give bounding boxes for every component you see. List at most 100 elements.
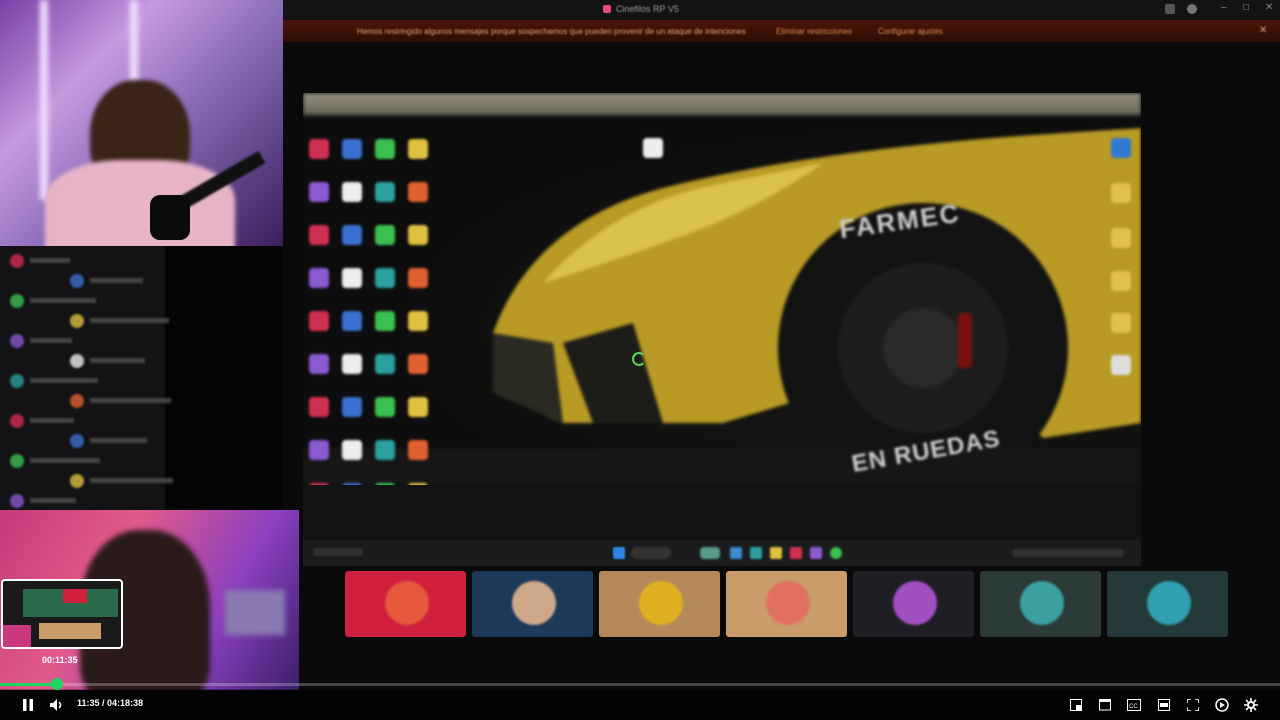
autoplay-icon[interactable] <box>1214 697 1230 713</box>
desktop-app-icon[interactable] <box>408 182 428 202</box>
panel-row[interactable] <box>10 414 155 428</box>
desktop-app-icon[interactable] <box>342 268 362 288</box>
desktop-app-icon[interactable] <box>309 440 329 460</box>
start-icon[interactable] <box>613 547 625 559</box>
folder-icon[interactable] <box>1111 228 1131 248</box>
desktop-app-icon[interactable] <box>309 139 329 159</box>
theater-icon[interactable] <box>1097 697 1113 713</box>
desktop-app-icon[interactable] <box>342 311 362 331</box>
participant-tile[interactable] <box>853 571 974 637</box>
panel-row[interactable] <box>10 454 155 468</box>
desktop-app-icon[interactable] <box>375 182 395 202</box>
taskbar-app-icon[interactable] <box>810 547 822 559</box>
desktop-app-icon[interactable] <box>342 182 362 202</box>
panel-row[interactable] <box>10 314 169 328</box>
time-separator: / <box>99 698 108 708</box>
panel-row[interactable] <box>10 354 155 368</box>
desktop-app-icon[interactable] <box>408 139 428 159</box>
fullscreen-icon[interactable] <box>1185 697 1201 713</box>
desktop-app-icon[interactable] <box>342 440 362 460</box>
close-icon[interactable]: ✕ <box>1265 2 1273 13</box>
volume-icon[interactable] <box>49 697 65 713</box>
desktop-app-icon[interactable] <box>342 139 362 159</box>
taskbar-app-icon[interactable] <box>770 547 782 559</box>
desktop-shortcut-icon[interactable] <box>1111 138 1131 158</box>
panel-row-text <box>30 418 74 423</box>
taskbar-app-icon[interactable] <box>700 547 720 559</box>
desktop-app-icon[interactable] <box>309 225 329 245</box>
desktop-app-icon[interactable] <box>375 139 395 159</box>
participant-tile[interactable] <box>1107 571 1228 637</box>
taskbar-app-icon[interactable] <box>790 547 802 559</box>
desktop-app-icon[interactable] <box>375 311 395 331</box>
file-icon[interactable] <box>1111 355 1131 375</box>
pip-icon[interactable] <box>1156 697 1172 713</box>
desktop-app-icon[interactable] <box>309 268 329 288</box>
configure-settings-link[interactable]: Configurar ajustes <box>878 27 943 36</box>
close-notice-icon[interactable]: ✕ <box>1259 25 1267 36</box>
desktop-app-icon[interactable] <box>375 268 395 288</box>
minimize-icon[interactable]: – <box>1221 2 1227 13</box>
panel-row-text <box>30 298 96 303</box>
taskbar-widget[interactable] <box>313 548 363 556</box>
pause-icon[interactable] <box>20 697 36 713</box>
desktop-app-icon[interactable] <box>408 225 428 245</box>
folder-icon[interactable] <box>1111 313 1131 333</box>
taskbar-app-icon[interactable] <box>730 547 742 559</box>
desktop-app-icon[interactable] <box>309 311 329 331</box>
participant-tile[interactable] <box>345 571 466 637</box>
desktop-app-icon[interactable] <box>375 440 395 460</box>
panel-row[interactable] <box>10 474 173 488</box>
panel-row-text <box>30 338 72 343</box>
panel-row[interactable] <box>10 274 155 288</box>
participant-tile[interactable] <box>726 571 847 637</box>
desktop-app-icon[interactable] <box>309 354 329 374</box>
panel-row[interactable] <box>10 254 155 268</box>
panel-row[interactable] <box>10 394 171 408</box>
desktop-app-icon[interactable] <box>408 268 428 288</box>
desktop-app-icon[interactable] <box>309 397 329 417</box>
neon-light <box>40 0 48 200</box>
desktop-app-icon[interactable] <box>375 354 395 374</box>
app-icon <box>603 5 611 13</box>
panel-row[interactable] <box>10 294 155 308</box>
taskbar-app-icon[interactable] <box>750 547 762 559</box>
desktop-app-icon[interactable] <box>375 225 395 245</box>
participant-tile[interactable] <box>472 571 593 637</box>
avatar <box>10 374 24 388</box>
avatar <box>70 314 84 328</box>
participant-tile[interactable] <box>599 571 720 637</box>
video-controls-bar <box>0 689 1280 720</box>
search-box[interactable] <box>631 547 671 559</box>
folder-icon[interactable] <box>1111 183 1131 203</box>
file-icon[interactable] <box>643 138 663 158</box>
captions-icon[interactable]: CC <box>1126 697 1142 713</box>
desktop-app-icon[interactable] <box>408 311 428 331</box>
remove-restrictions-link[interactable]: Eliminar restricciones <box>776 27 852 36</box>
desktop-app-icon[interactable] <box>408 397 428 417</box>
progress-track[interactable] <box>0 683 1280 686</box>
loading-spinner-icon <box>632 352 646 366</box>
panel-row[interactable] <box>10 494 155 508</box>
panel-row[interactable] <box>10 374 155 388</box>
panel-row[interactable] <box>10 434 155 448</box>
desktop-app-icon[interactable] <box>408 440 428 460</box>
panel-row[interactable] <box>10 334 155 348</box>
desktop-app-icon[interactable] <box>375 397 395 417</box>
desktop-app-icon[interactable] <box>342 397 362 417</box>
taskbar-app-icon[interactable] <box>830 547 842 559</box>
miniplayer-icon[interactable] <box>1068 697 1084 713</box>
participant-tile[interactable] <box>980 571 1101 637</box>
desktop-app-icon[interactable] <box>342 225 362 245</box>
desktop-app-icon[interactable] <box>408 354 428 374</box>
settings-icon[interactable] <box>1243 697 1259 713</box>
maximize-icon[interactable]: □ <box>1243 2 1249 13</box>
folder-icon[interactable] <box>1111 271 1131 291</box>
window-action-icon[interactable] <box>1165 4 1175 14</box>
panel-row-text <box>90 278 143 283</box>
system-tray[interactable] <box>1013 549 1123 557</box>
desktop-app-icon[interactable] <box>309 182 329 202</box>
participant-avatar <box>385 581 429 625</box>
settings-icon[interactable] <box>1187 4 1197 14</box>
desktop-app-icon[interactable] <box>342 354 362 374</box>
